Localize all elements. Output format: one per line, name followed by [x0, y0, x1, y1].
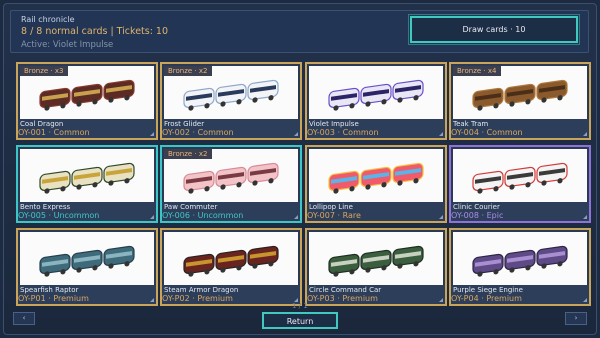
- train-illustration-icon: [183, 245, 279, 277]
- next-page-button[interactable]: ›: [565, 312, 587, 325]
- duplicate-badge: Bronze · x4: [453, 66, 501, 76]
- card-name: Teak Tram: [453, 120, 489, 128]
- card-3[interactable]: Violet Impulse OY-003 · Common: [305, 62, 447, 140]
- corner-marker-icon: [439, 215, 443, 219]
- train-illustration-icon: [472, 245, 568, 277]
- card-code: OY-008 · Epic: [451, 211, 504, 220]
- card-info: Teak Tram OY-004 · Common: [451, 119, 589, 138]
- duplicate-badge: Bronze · x2: [164, 149, 212, 159]
- card-name: Bento Express: [20, 203, 71, 211]
- card-code: OY-005 · Uncommon: [18, 211, 100, 220]
- corner-marker-icon: [150, 215, 154, 219]
- card-info: Coal Dragon OY-001 · Common: [18, 119, 156, 138]
- card-code: OY-002 · Common: [162, 128, 234, 137]
- card-info: Purple Siege Engine OY-P04 · Premium: [451, 285, 589, 304]
- card-name: Lollipop Line: [309, 203, 353, 211]
- card-code: OY-004 · Common: [451, 128, 523, 137]
- card-art: [309, 66, 443, 121]
- card-name: Paw Commuter: [164, 203, 218, 211]
- chevron-right-icon: ›: [574, 314, 578, 322]
- train-illustration-icon: [183, 162, 279, 194]
- corner-marker-icon: [439, 132, 443, 136]
- train-illustration-icon: [328, 79, 424, 111]
- corner-marker-icon: [294, 215, 298, 219]
- card-info: Bento Express OY-005 · Uncommon: [18, 202, 156, 221]
- card-1[interactable]: Bronze · x3 Coal Dragon OY-001 · Common: [16, 62, 158, 140]
- card-name: Circle Command Car: [309, 286, 382, 294]
- card-4[interactable]: Bronze · x4 Teak Tram OY-004 · Common: [449, 62, 591, 140]
- card-5[interactable]: Bento Express OY-005 · Uncommon: [16, 145, 158, 223]
- corner-marker-icon: [439, 298, 443, 302]
- card-art: [453, 232, 587, 287]
- card-11[interactable]: Circle Command Car OY-P03 · Premium: [305, 228, 447, 306]
- train-illustration-icon: [472, 162, 568, 194]
- card-code: OY-007 · Rare: [307, 211, 361, 220]
- card-code: OY-001 · Common: [18, 128, 90, 137]
- card-info: Frost Glider OY-002 · Common: [162, 119, 300, 138]
- corner-marker-icon: [294, 132, 298, 136]
- card-6[interactable]: Bronze · x2 Paw Commuter OY-006 · Uncommon: [160, 145, 302, 223]
- card-art: [453, 149, 587, 204]
- train-illustration-icon: [183, 79, 279, 111]
- corner-marker-icon: [583, 132, 587, 136]
- card-grid: Bronze · x3 Coal Dragon OY-001 · Common Bro…: [0, 0, 600, 338]
- card-10[interactable]: Steam Armor Dragon OY-P02 · Premium: [160, 228, 302, 306]
- card-code: OY-P02 · Premium: [162, 294, 233, 303]
- card-8[interactable]: Clinic Courier OY-008 · Epic: [449, 145, 591, 223]
- prev-page-button[interactable]: ‹: [13, 312, 35, 325]
- corner-marker-icon: [150, 132, 154, 136]
- card-12[interactable]: Purple Siege Engine OY-P04 · Premium: [449, 228, 591, 306]
- card-name: Frost Glider: [164, 120, 205, 128]
- card-name: Clinic Courier: [453, 203, 500, 211]
- card-art: [164, 232, 298, 287]
- card-art: [309, 149, 443, 204]
- page-indicator: 1 / 1: [292, 302, 308, 310]
- card-7[interactable]: Lollipop Line OY-007 · Rare: [305, 145, 447, 223]
- card-2[interactable]: Bronze · x2 Frost Glider OY-002 · Common: [160, 62, 302, 140]
- card-info: Steam Armor Dragon OY-P02 · Premium: [162, 285, 300, 304]
- card-info: Paw Commuter OY-006 · Uncommon: [162, 202, 300, 221]
- train-illustration-icon: [39, 162, 135, 194]
- card-code: OY-003 · Common: [307, 128, 379, 137]
- corner-marker-icon: [583, 298, 587, 302]
- card-info: Clinic Courier OY-008 · Epic: [451, 202, 589, 221]
- card-name: Coal Dragon: [20, 120, 64, 128]
- duplicate-badge: Bronze · x2: [164, 66, 212, 76]
- card-art: [20, 232, 154, 287]
- card-name: Purple Siege Engine: [453, 286, 523, 294]
- card-code: OY-P03 · Premium: [307, 294, 378, 303]
- train-illustration-icon: [472, 79, 568, 111]
- corner-marker-icon: [583, 215, 587, 219]
- corner-marker-icon: [150, 298, 154, 302]
- return-label: Return: [286, 317, 314, 326]
- chevron-left-icon: ‹: [22, 314, 26, 322]
- card-9[interactable]: Spearfish Raptor OY-P01 · Premium: [16, 228, 158, 306]
- card-name: Spearfish Raptor: [20, 286, 79, 294]
- train-illustration-icon: [328, 162, 424, 194]
- return-button[interactable]: Return: [262, 312, 338, 329]
- card-code: OY-006 · Uncommon: [162, 211, 244, 220]
- card-info: Circle Command Car OY-P03 · Premium: [307, 285, 445, 304]
- card-info: Spearfish Raptor OY-P01 · Premium: [18, 285, 156, 304]
- train-illustration-icon: [328, 245, 424, 277]
- card-art: [309, 232, 443, 287]
- card-info: Violet Impulse OY-003 · Common: [307, 119, 445, 138]
- duplicate-badge: Bronze · x3: [20, 66, 68, 76]
- card-name: Violet Impulse: [309, 120, 359, 128]
- train-illustration-icon: [39, 245, 135, 277]
- card-info: Lollipop Line OY-007 · Rare: [307, 202, 445, 221]
- card-art: [20, 149, 154, 204]
- card-code: OY-P04 · Premium: [451, 294, 522, 303]
- train-illustration-icon: [39, 79, 135, 111]
- card-name: Steam Armor Dragon: [164, 286, 239, 294]
- card-code: OY-P01 · Premium: [18, 294, 89, 303]
